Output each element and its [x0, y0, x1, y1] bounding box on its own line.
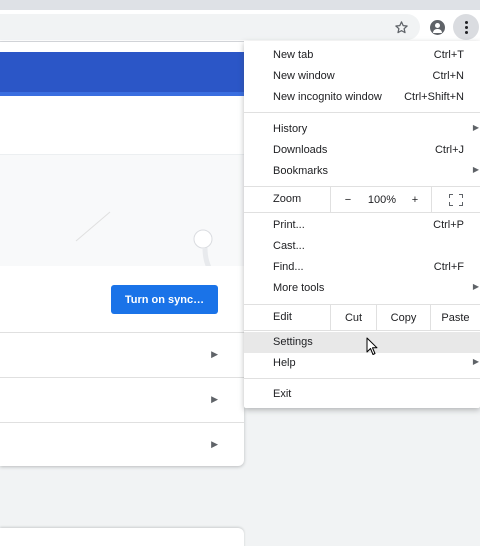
fullscreen-icon[interactable]: [431, 187, 480, 212]
menu-divider: [244, 378, 480, 379]
paste-button[interactable]: Paste: [430, 305, 480, 330]
edit-label: Edit: [273, 311, 292, 323]
submenu-arrow-icon: ▶: [472, 123, 479, 132]
menu-item-new-tab[interactable]: New tab Ctrl+T: [244, 45, 480, 66]
card-header-banner: [0, 52, 244, 96]
menu-item-downloads[interactable]: Downloads Ctrl+J: [244, 140, 480, 161]
zoom-level: 100%: [367, 193, 397, 206]
zoom-out-button[interactable]: −: [330, 187, 365, 212]
chevron-right-icon: ▶: [211, 394, 218, 404]
copy-button[interactable]: Copy: [376, 305, 430, 330]
settings-row[interactable]: ▶: [0, 332, 244, 377]
settings-row[interactable]: ▶: [0, 422, 244, 466]
sync-illustration: [0, 100, 244, 266]
browser-menu: New tab Ctrl+T New window Ctrl+N New inc…: [244, 41, 480, 408]
menu-item-find[interactable]: Find... Ctrl+F: [244, 257, 480, 278]
menu-item-history[interactable]: History ▶: [244, 119, 480, 140]
menu-item-bookmarks[interactable]: Bookmarks ▶: [244, 161, 480, 182]
submenu-arrow-icon: ▶: [472, 357, 479, 366]
chevron-right-icon: ▶: [211, 439, 218, 449]
menu-item-cast[interactable]: Cast...: [244, 236, 480, 257]
menu-item-settings[interactable]: Settings: [244, 332, 480, 353]
zoom-label: Zoom: [273, 193, 302, 205]
menu-item-help[interactable]: Help ▶: [244, 353, 480, 374]
submenu-arrow-icon: ▶: [472, 165, 479, 174]
zoom-row: Zoom − 100% +: [244, 187, 480, 212]
star-icon[interactable]: [388, 14, 414, 40]
zoom-in-button[interactable]: +: [399, 187, 431, 212]
menu-divider: [244, 330, 480, 331]
profile-icon[interactable]: [424, 14, 450, 40]
turn-on-sync-button[interactable]: Turn on sync…: [111, 285, 218, 314]
more-vert-icon[interactable]: [453, 14, 479, 40]
edit-row: Edit Cut Copy Paste: [244, 305, 480, 330]
secondary-card: [0, 528, 244, 546]
tab-strip: [0, 0, 480, 10]
browser-toolbar: [0, 10, 480, 42]
cut-button[interactable]: Cut: [330, 305, 376, 330]
menu-item-new-incognito-window[interactable]: New incognito window Ctrl+Shift+N: [244, 87, 480, 108]
mouse-cursor-icon: [366, 337, 378, 359]
menu-divider: [244, 112, 480, 113]
menu-divider: [244, 212, 480, 213]
menu-item-exit[interactable]: Exit: [244, 384, 480, 405]
submenu-arrow-icon: ▶: [472, 282, 479, 291]
chevron-right-icon: ▶: [211, 349, 218, 359]
settings-row[interactable]: ▶: [0, 377, 244, 422]
menu-item-more-tools[interactable]: More tools ▶: [244, 278, 480, 299]
menu-item-print[interactable]: Print... Ctrl+P: [244, 215, 480, 236]
sync-card: Turn on sync… ▶ ▶ ▶: [0, 42, 244, 466]
address-bar[interactable]: [0, 14, 420, 40]
menu-item-new-window[interactable]: New window Ctrl+N: [244, 66, 480, 87]
